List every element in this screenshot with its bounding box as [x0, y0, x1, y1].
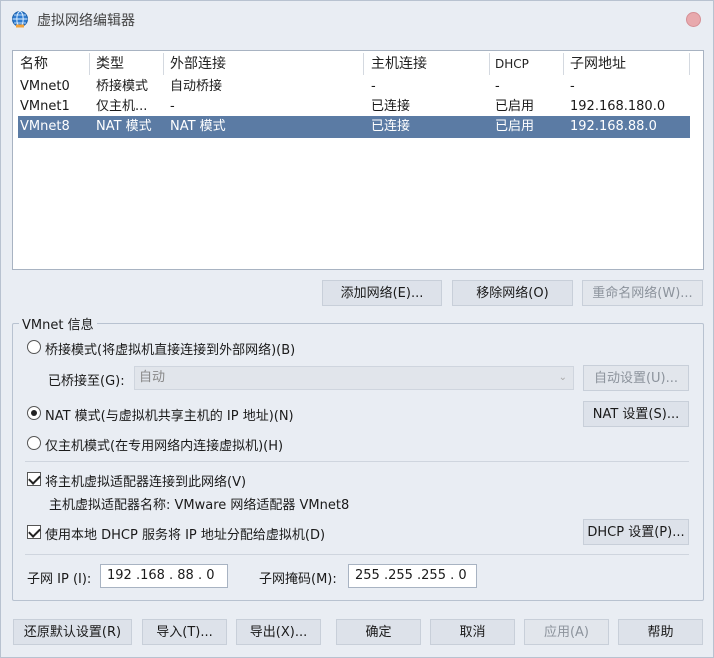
- column-header-host[interactable]: 主机连接: [371, 53, 489, 75]
- cell-type: NAT 模式: [96, 119, 152, 134]
- bridged-to-label: 已桥接至(G):: [48, 374, 125, 389]
- cell-host: 已连接: [371, 119, 411, 134]
- column-divider: [163, 53, 164, 75]
- connect-adapter-checkbox[interactable]: [27, 472, 41, 486]
- column-header-dhcp[interactable]: DHCP: [495, 53, 561, 75]
- divider: [25, 554, 689, 555]
- cell-name: VMnet0: [20, 79, 70, 94]
- network-list[interactable]: 名称 类型 外部连接 主机连接 DHCP 子网地址 VMnet0 桥接模式 自动…: [12, 50, 704, 270]
- cell-subnet: -: [570, 79, 575, 94]
- help-button[interactable]: 帮助: [618, 619, 703, 645]
- adapter-name-text: 主机虚拟适配器名称: VMware 网络适配器 VMnet8: [49, 498, 350, 513]
- column-header-type[interactable]: 类型: [96, 53, 166, 75]
- window-title: 虚拟网络编辑器: [37, 13, 135, 29]
- cell-external: NAT 模式: [170, 119, 226, 134]
- cell-subnet: 192.168.88.0: [570, 119, 657, 134]
- network-row-selected[interactable]: VMnet8 NAT 模式 NAT 模式 已连接 已启用 192.168.88.…: [18, 116, 690, 138]
- bridge-mode-radio[interactable]: [27, 340, 41, 354]
- dhcp-settings-button[interactable]: DHCP 设置(P)...: [583, 519, 689, 545]
- column-header-name[interactable]: 名称: [20, 53, 88, 75]
- use-dhcp-checkbox[interactable]: [27, 525, 41, 539]
- chevron-down-icon: ⌄: [558, 372, 567, 383]
- cell-host: 已连接: [371, 99, 411, 114]
- cell-type: 桥接模式: [96, 79, 149, 94]
- bridged-to-value: 自动: [139, 370, 166, 385]
- restore-defaults-button[interactable]: 还原默认设置(R): [13, 619, 132, 645]
- rename-network-button[interactable]: 重命名网络(W)...: [582, 280, 703, 306]
- cell-external: -: [170, 99, 175, 114]
- subnet-mask-input[interactable]: 255 .255 .255 . 0: [348, 564, 477, 588]
- close-button[interactable]: [686, 12, 701, 27]
- subnet-ip-label: 子网 IP (I):: [27, 572, 92, 587]
- remove-network-button[interactable]: 移除网络(O): [452, 280, 573, 306]
- column-divider: [89, 53, 90, 75]
- subnet-ip-input[interactable]: 192 .168 . 88 . 0: [100, 564, 228, 588]
- network-row[interactable]: VMnet1 仅主机... - 已连接 已启用 192.168.180.0: [13, 96, 703, 118]
- network-row[interactable]: VMnet0 桥接模式 自动桥接 - - -: [13, 76, 703, 98]
- bridge-mode-label[interactable]: 桥接模式(将虚拟机直接连接到外部网络)(B): [45, 339, 295, 358]
- column-header-external[interactable]: 外部连接: [170, 53, 360, 75]
- cell-name: VMnet8: [20, 119, 70, 134]
- nat-mode-radio[interactable]: [27, 406, 41, 420]
- apply-button[interactable]: 应用(A): [524, 619, 609, 645]
- globe-icon: [12, 11, 28, 28]
- vmnet-info-title: VMnet 信息: [19, 314, 97, 333]
- cell-name: VMnet1: [20, 99, 70, 114]
- column-divider: [563, 53, 564, 75]
- divider: [25, 461, 689, 462]
- export-button[interactable]: 导出(X)...: [236, 619, 321, 645]
- bridged-to-select[interactable]: 自动 ⌄: [134, 366, 574, 390]
- cell-subnet: 192.168.180.0: [570, 99, 666, 114]
- nat-mode-label[interactable]: NAT 模式(与虚拟机共享主机的 IP 地址)(N): [45, 405, 294, 424]
- virtual-network-editor-window: 虚拟网络编辑器 名称 类型 外部连接 主机连接 DHCP 子网地址 VMnet0…: [0, 0, 714, 658]
- cell-type: 仅主机...: [96, 99, 148, 114]
- ok-button[interactable]: 确定: [336, 619, 421, 645]
- auto-settings-button[interactable]: 自动设置(U)...: [583, 365, 689, 391]
- use-dhcp-label[interactable]: 使用本地 DHCP 服务将 IP 地址分配给虚拟机(D): [45, 524, 325, 543]
- title-bar[interactable]: 虚拟网络编辑器: [1, 1, 713, 38]
- host-only-label[interactable]: 仅主机模式(在专用网络内连接虚拟机)(H): [45, 435, 283, 454]
- host-only-radio[interactable]: [27, 436, 41, 450]
- nat-settings-button[interactable]: NAT 设置(S)...: [583, 401, 689, 427]
- cancel-button[interactable]: 取消: [430, 619, 515, 645]
- list-header: 名称 类型 外部连接 主机连接 DHCP 子网地址: [13, 53, 703, 75]
- import-button[interactable]: 导入(T)...: [142, 619, 227, 645]
- cell-dhcp: 已启用: [495, 119, 535, 134]
- subnet-mask-label: 子网掩码(M):: [259, 572, 337, 587]
- cell-host: -: [371, 79, 376, 94]
- cell-dhcp: 已启用: [495, 99, 535, 114]
- cell-dhcp: -: [495, 79, 500, 94]
- column-divider: [489, 53, 490, 75]
- column-header-subnet[interactable]: 子网地址: [570, 53, 690, 75]
- column-divider: [363, 53, 364, 75]
- add-network-button[interactable]: 添加网络(E)...: [322, 280, 442, 306]
- cell-external: 自动桥接: [170, 79, 223, 94]
- connect-adapter-label[interactable]: 将主机虚拟适配器连接到此网络(V): [45, 471, 246, 490]
- column-divider: [689, 53, 690, 75]
